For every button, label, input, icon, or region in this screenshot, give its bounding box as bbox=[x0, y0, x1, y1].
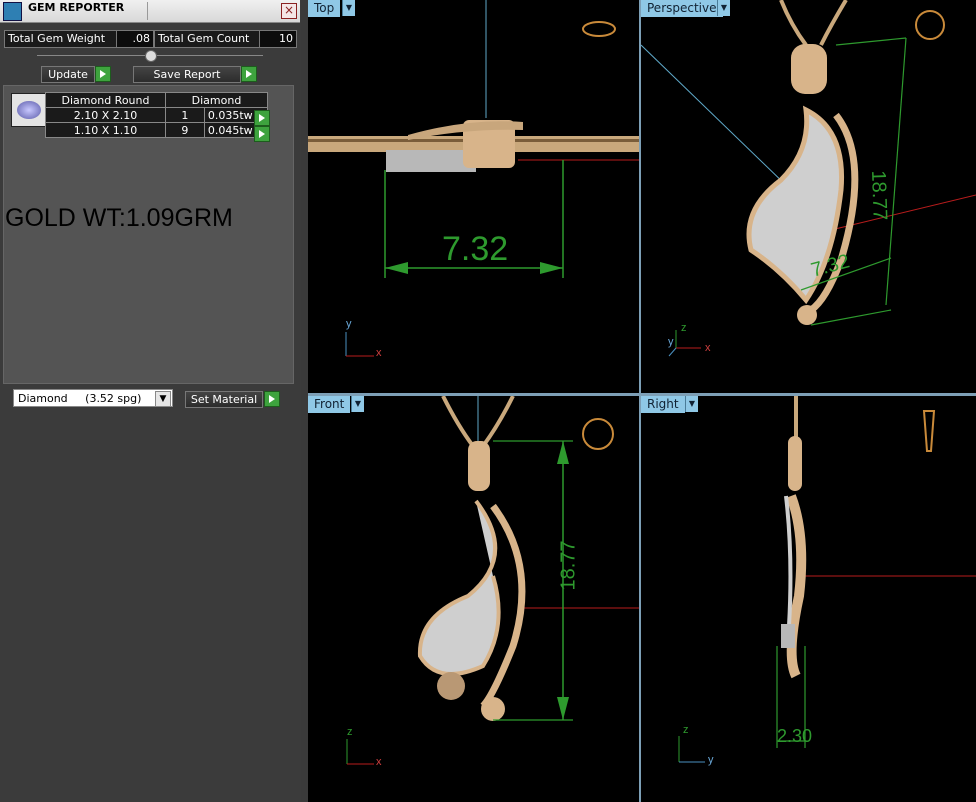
dimension-label: 18.77 bbox=[867, 170, 891, 221]
chevron-down-icon[interactable]: ▼ bbox=[342, 0, 355, 16]
close-button[interactable]: × bbox=[281, 3, 297, 19]
tab-top[interactable]: Top bbox=[308, 0, 341, 17]
axis-x-label: x bbox=[376, 347, 382, 359]
gem-count: 1 bbox=[165, 107, 205, 123]
slider-handle[interactable] bbox=[145, 50, 157, 62]
row-go-icon[interactable] bbox=[254, 126, 270, 142]
dimension-label: 2.30 bbox=[777, 726, 813, 746]
splitter[interactable] bbox=[301, 0, 308, 802]
tab-front[interactable]: Front bbox=[308, 396, 351, 413]
material-select[interactable]: Diamond (3.52 spg) ▼ bbox=[13, 389, 173, 407]
header-shape: Diamond Round bbox=[45, 92, 166, 108]
gold-weight-note: GOLD WT:1.09GRM bbox=[5, 204, 233, 232]
header-material: Diamond bbox=[165, 92, 268, 108]
viewport-right[interactable]: Right ▼ 2.30 z y bbox=[641, 396, 976, 802]
title-bar: GEM REPORTER × bbox=[0, 0, 300, 23]
chevron-down-icon[interactable]: ▼ bbox=[685, 396, 698, 412]
table-row: 1.10 X 1.10 9 0.045tw bbox=[45, 122, 269, 138]
total-gem-weight-value: .08 bbox=[116, 30, 154, 48]
set-material-go-icon[interactable] bbox=[264, 391, 280, 407]
gem-count: 9 bbox=[165, 122, 205, 138]
title-divider bbox=[147, 2, 148, 20]
update-go-icon[interactable] bbox=[95, 66, 111, 82]
table-row: 2.10 X 2.10 1 0.035tw bbox=[45, 107, 269, 123]
axis-y-label: y bbox=[668, 336, 674, 348]
viewport-top[interactable]: Top ▼ 7.32 y x bbox=[308, 0, 639, 393]
dimension-label: 7.32 bbox=[442, 230, 509, 268]
window-title: GEM REPORTER bbox=[28, 1, 125, 14]
gem-table: Diamond Round Diamond 2.10 X 2.10 1 0.03… bbox=[45, 92, 269, 138]
set-material-button[interactable]: Set Material bbox=[185, 391, 263, 408]
app-icon bbox=[3, 2, 22, 21]
axis-y-label: y bbox=[346, 318, 352, 330]
row-go-icon[interactable] bbox=[254, 110, 270, 126]
diamond-round-icon bbox=[11, 93, 47, 127]
viewport-perspective[interactable]: Perspective ▼ 18.77 7.32 z y x bbox=[641, 0, 976, 393]
dropdown-arrow-icon[interactable]: ▼ bbox=[155, 391, 171, 407]
axis-z-label: z bbox=[683, 724, 689, 736]
gem-size: 1.10 X 1.10 bbox=[45, 122, 166, 138]
total-gem-count-label: Total Gem Count bbox=[154, 30, 261, 48]
material-selected: Diamond (3.52 spg) bbox=[18, 392, 142, 405]
axis-x-label: x bbox=[376, 756, 382, 768]
tab-right[interactable]: Right bbox=[641, 396, 685, 413]
total-gem-count-value: 10 bbox=[259, 30, 297, 48]
gem-report-panel: Diamond Round Diamond 2.10 X 2.10 1 0.03… bbox=[3, 85, 294, 384]
axis-y-label: y bbox=[708, 754, 714, 766]
axis-x-label: x bbox=[705, 342, 711, 354]
chevron-down-icon[interactable]: ▼ bbox=[351, 396, 364, 412]
chevron-down-icon[interactable]: ▼ bbox=[717, 0, 730, 16]
gem-size: 2.10 X 2.10 bbox=[45, 107, 166, 123]
save-report-button[interactable]: Save Report bbox=[133, 66, 241, 83]
update-button[interactable]: Update bbox=[41, 66, 95, 83]
axis-z-label: z bbox=[681, 322, 687, 334]
viewport-front[interactable]: Front ▼ 18.77 z x bbox=[308, 396, 639, 802]
tab-perspective[interactable]: Perspective bbox=[641, 0, 723, 17]
total-gem-weight-label: Total Gem Weight bbox=[4, 30, 120, 48]
save-report-go-icon[interactable] bbox=[241, 66, 257, 82]
axis-z-label: z bbox=[347, 726, 353, 738]
dimension-label: 18.77 bbox=[557, 540, 580, 591]
gem-reporter-panel: GEM REPORTER × Total Gem Weight .08 Tota… bbox=[0, 0, 301, 802]
